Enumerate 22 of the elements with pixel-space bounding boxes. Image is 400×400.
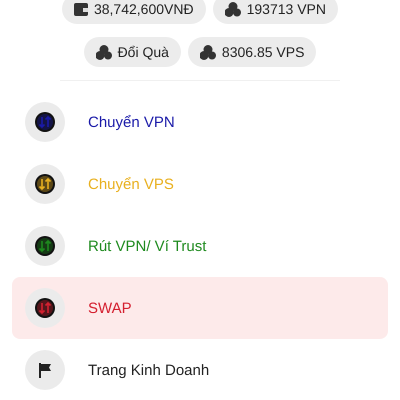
transfer-icon — [35, 298, 55, 318]
menu-item[interactable]: Chuyển VPN — [12, 91, 388, 153]
balance-chip[interactable]: 193713 VPN — [212, 0, 338, 24]
coins-icon — [224, 2, 241, 16]
menu-label: Chuyển VPN — [88, 114, 175, 130]
balance-chip[interactable]: Đổi Quà — [84, 37, 181, 67]
balance-chip[interactable]: 8306.85 VPS — [188, 37, 316, 67]
menu-label: Rút VPN/ Ví Trust — [88, 238, 206, 254]
menu-label: Chuyển VPS — [88, 176, 174, 192]
transfer-icon — [35, 174, 55, 194]
transfer-icon — [35, 236, 55, 256]
wallet-icon — [74, 2, 88, 16]
balance-chip[interactable]: 38,742,600VNĐ — [62, 0, 206, 24]
menu-label: Trang Kinh Doanh — [88, 362, 210, 378]
coins-icon — [200, 44, 216, 60]
transfer-icon — [35, 112, 55, 132]
coins-icon — [96, 44, 112, 60]
menu-item[interactable]: Rút VPN/ Ví Trust — [12, 215, 388, 277]
menu-item[interactable]: SWAP — [12, 277, 388, 339]
flag-icon — [39, 362, 51, 378]
menu-label: SWAP — [88, 300, 132, 316]
menu-item[interactable]: Trang Kinh Doanh — [12, 339, 388, 400]
